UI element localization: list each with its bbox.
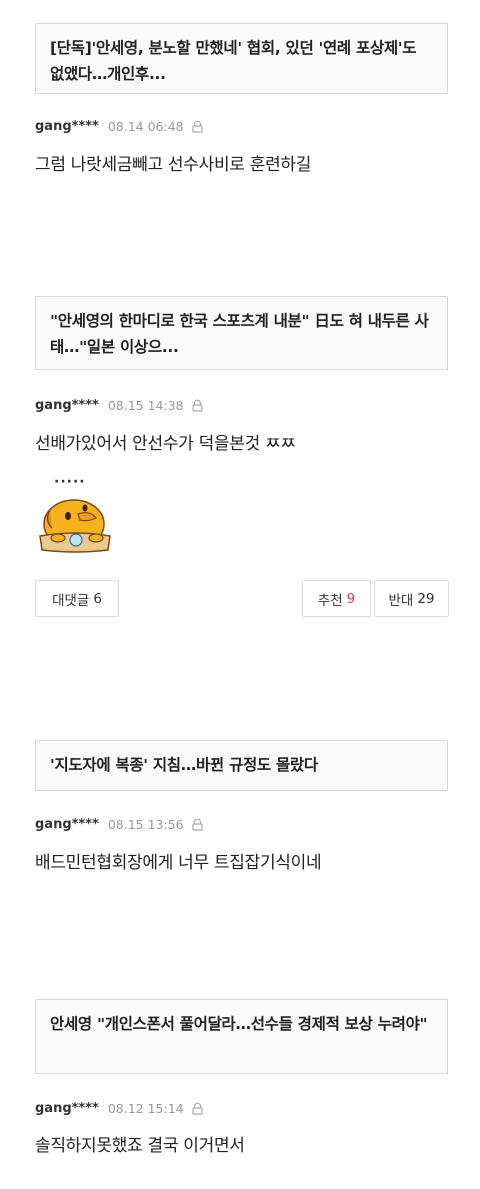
comment-date: 08.15 13:56 xyxy=(107,816,184,832)
username[interactable]: gang**** xyxy=(35,1101,99,1116)
sticker-image: ····· xyxy=(38,474,114,554)
dislike-label: 반대 xyxy=(388,592,414,609)
like-count: 9 xyxy=(346,590,356,607)
article-title[interactable]: [단독]'안세영, 분노할 만했네' 협회, 있던 '연례 포상제'도 없앴다…… xyxy=(50,39,417,83)
comment-text: 선배가있어서 안선수가 덕을본것 ㅉㅉ xyxy=(35,434,296,454)
dislike-button[interactable]: 반대 29 xyxy=(374,580,449,617)
article-link-box[interactable]: "안세영의 한마디로 한국 스포츠계 내분" 日도 혀 내두른 사태…"일본 이… xyxy=(35,296,448,370)
comment-date: 08.15 14:38 xyxy=(107,397,184,413)
comment-date: 08.14 06:48 xyxy=(107,118,184,134)
article-link-box[interactable]: '지도자에 복종' 지침…바뀐 규정도 몰랐다 xyxy=(35,740,448,791)
username[interactable]: gang**** xyxy=(35,817,99,832)
duck-sticker-icon xyxy=(39,499,111,553)
lock-icon xyxy=(192,1102,203,1115)
comment-date: 08.12 15:14 xyxy=(107,1100,184,1116)
lock-icon xyxy=(192,399,203,412)
article-title[interactable]: '지도자에 복종' 지침…바뀐 규정도 몰랐다 xyxy=(50,756,318,774)
dislike-count: 29 xyxy=(417,590,435,607)
comment-text: 솔직하지못했죠 결국 이거면서 xyxy=(35,1136,245,1156)
reply-label: 대댓글 xyxy=(52,592,90,609)
comment-meta: gang**** 08.15 14:38 xyxy=(35,396,204,414)
comment-meta: gang**** 08.15 13:56 xyxy=(35,815,204,833)
article-title[interactable]: 안세영 "개인스폰서 풀어달라…선수들 경제적 보상 누려야" xyxy=(50,1015,428,1033)
username[interactable]: gang**** xyxy=(35,119,99,134)
lock-icon xyxy=(192,818,203,831)
article-link-box[interactable]: 안세영 "개인스폰서 풀어달라…선수들 경제적 보상 누려야" xyxy=(35,999,448,1074)
comment-text: 그럼 나랏세금빼고 선수사비로 훈련하길 xyxy=(35,155,312,175)
sticker-dots: ····· xyxy=(54,474,86,490)
article-title[interactable]: "안세영의 한마디로 한국 스포츠계 내분" 日도 혀 내두른 사태…"일본 이… xyxy=(50,312,429,356)
comment-text: 배드민턴협회장에게 너무 트집잡기식이네 xyxy=(35,853,322,873)
like-button[interactable]: 추천 9 xyxy=(302,580,371,617)
reply-button[interactable]: 대댓글 6 xyxy=(35,580,119,617)
comment-meta: gang**** 08.14 06:48 xyxy=(35,117,204,135)
comment-meta: gang**** 08.12 15:14 xyxy=(35,1099,204,1117)
username[interactable]: gang**** xyxy=(35,398,99,413)
lock-icon xyxy=(192,120,203,133)
article-link-box[interactable]: [단독]'안세영, 분노할 만했네' 협회, 있던 '연례 포상제'도 없앴다…… xyxy=(35,23,448,94)
reply-count: 6 xyxy=(93,590,102,607)
like-label: 추천 xyxy=(317,592,343,609)
